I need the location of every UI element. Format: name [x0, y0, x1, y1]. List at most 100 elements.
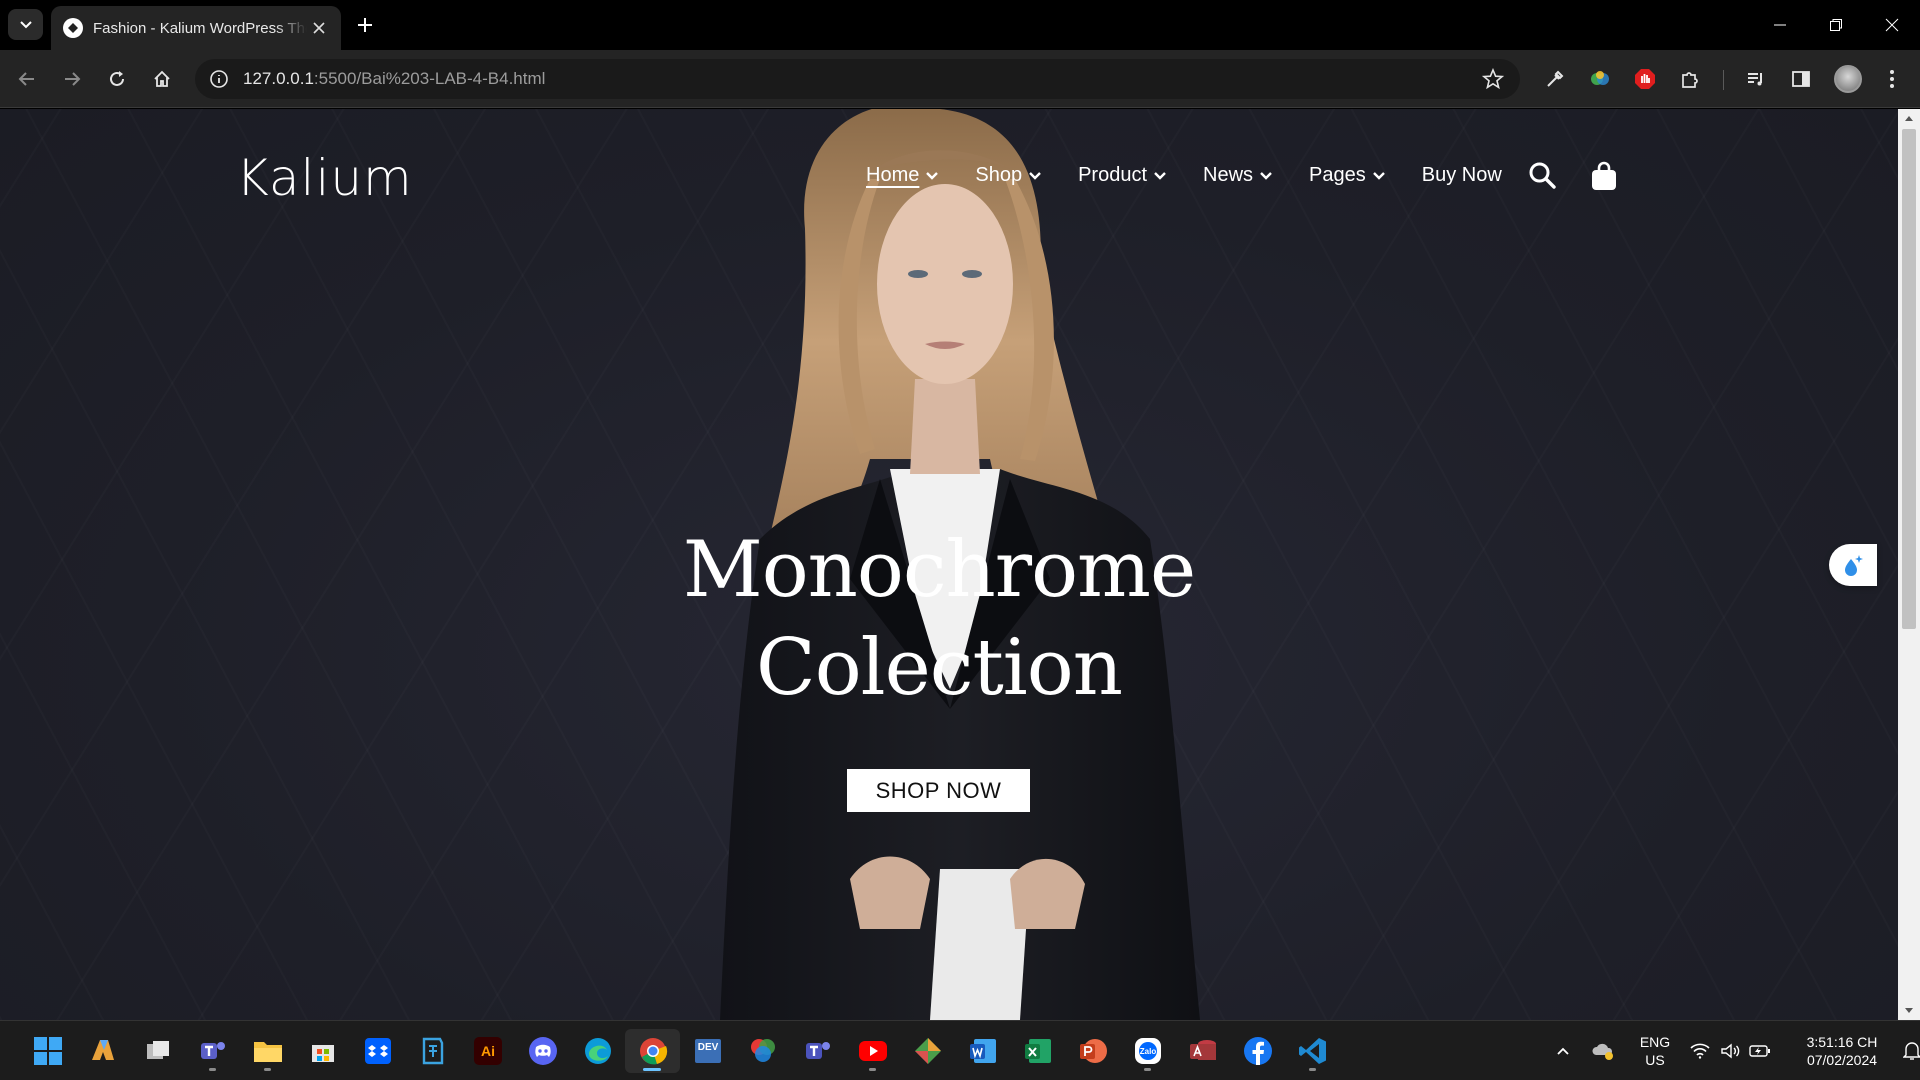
color-extension-button[interactable]	[1584, 63, 1616, 95]
app-icon[interactable]	[405, 1029, 460, 1073]
zalo-icon[interactable]: Zalo	[1120, 1029, 1175, 1073]
main-navigation: Home Shop Product News Pages Buy Now	[866, 164, 1538, 187]
forward-button[interactable]	[56, 63, 88, 95]
reload-button[interactable]	[101, 63, 133, 95]
nav-item-label: News	[1203, 164, 1254, 186]
color-app-icon[interactable]	[735, 1029, 790, 1073]
restore-button[interactable]	[1808, 0, 1864, 50]
browser-menu-button[interactable]	[1876, 63, 1908, 95]
illustrator-icon[interactable]: Ai	[460, 1029, 515, 1073]
eyedropper-extension-button[interactable]	[1539, 63, 1571, 95]
adblock-extension-button[interactable]	[1629, 63, 1661, 95]
new-tab-button[interactable]	[352, 12, 378, 38]
profile-avatar[interactable]	[1834, 65, 1862, 93]
nav-item-pages[interactable]: Pages	[1309, 164, 1386, 187]
hero-title-line-1: Monochrome	[682, 525, 1196, 615]
address-bar[interactable]: 127.0.0.1:5500/Bai%203-LAB-4-B4.html	[195, 59, 1520, 99]
battery-icon[interactable]	[1745, 1044, 1775, 1058]
reload-icon	[110, 71, 124, 86]
restore-icon	[1830, 19, 1842, 31]
browser-tab-strip: Fashion - Kalium WordPress Theme	[0, 0, 1920, 50]
side-panel-icon	[1792, 71, 1810, 87]
back-button[interactable]	[11, 63, 43, 95]
tab-search-button[interactable]	[8, 9, 43, 40]
shop-now-button[interactable]: SHOP NOW	[847, 769, 1030, 812]
site-logo[interactable]: Kalium	[236, 149, 413, 207]
nav-item-product[interactable]: Product	[1078, 164, 1167, 187]
scroll-up-arrow-icon[interactable]	[1898, 109, 1920, 127]
chevron-down-icon	[1029, 171, 1041, 180]
side-panel-button[interactable]	[1785, 63, 1817, 95]
nav-item-buy-now[interactable]: Buy Now	[1422, 164, 1502, 187]
powerpoint-icon[interactable]	[1065, 1029, 1120, 1073]
access-icon[interactable]	[1175, 1029, 1230, 1073]
chevron-down-icon	[1260, 171, 1272, 180]
scroll-thumb[interactable]	[1902, 129, 1916, 629]
color-wheel-icon	[1591, 71, 1609, 85]
excel-icon[interactable]	[1010, 1029, 1065, 1073]
bookmark-star-icon[interactable]	[1482, 68, 1504, 90]
dev-label: DEV	[697, 1042, 718, 1053]
discord-icon[interactable]	[515, 1029, 570, 1073]
media-control-button[interactable]	[1740, 63, 1772, 95]
scroll-down-arrow-icon[interactable]	[1898, 1002, 1920, 1020]
browser-tab[interactable]: Fashion - Kalium WordPress Theme	[51, 6, 341, 50]
hero-title-line-2: Colection	[756, 623, 1123, 713]
windows-start-icon[interactable]	[20, 1029, 75, 1073]
clock[interactable]: 3:51:16 CH 07/02/2024	[1787, 1033, 1897, 1069]
word-icon[interactable]	[955, 1029, 1010, 1073]
arrow-right-icon	[65, 72, 81, 86]
chevron-down-icon	[926, 171, 939, 180]
site-header: Kalium Home Shop Product News Pages Buy …	[0, 109, 1898, 219]
extensions-button[interactable]	[1674, 63, 1706, 95]
notifications-icon[interactable]	[1897, 1041, 1920, 1061]
volume-icon[interactable]	[1715, 1043, 1745, 1059]
arrow-left-icon	[18, 72, 34, 86]
search-icon	[1529, 162, 1556, 189]
wifi-icon[interactable]	[1685, 1043, 1715, 1059]
search-button[interactable]	[1528, 161, 1556, 194]
nav-item-label: Home	[866, 164, 920, 186]
devtools-icon[interactable]: DEV	[680, 1029, 735, 1073]
nav-item-label: Product	[1078, 164, 1148, 186]
task-view-icon[interactable]	[130, 1029, 185, 1073]
onedrive-tray-icon[interactable]	[1581, 1041, 1625, 1061]
close-tab-icon[interactable]	[309, 18, 329, 38]
file-explorer-icon[interactable]	[240, 1029, 295, 1073]
vscode-icon[interactable]	[1285, 1029, 1340, 1073]
chevron-down-icon	[19, 20, 32, 28]
page-viewport: Kalium Home Shop Product News Pages Buy …	[0, 109, 1898, 1020]
git-icon[interactable]	[900, 1029, 955, 1073]
clock-time: 3:51:16 CH	[1806, 1034, 1878, 1050]
cart-button[interactable]	[1591, 161, 1617, 196]
url-host: 127.0.0.1	[243, 69, 314, 88]
nav-item-news[interactable]: News	[1203, 164, 1273, 187]
dropbox-icon[interactable]	[350, 1029, 405, 1073]
language-indicator[interactable]: ENG US	[1625, 1033, 1685, 1069]
nav-item-home[interactable]: Home	[866, 164, 939, 187]
shopping-bag-icon	[1592, 161, 1616, 190]
floating-widget-button[interactable]	[1829, 544, 1877, 586]
site-info-icon[interactable]	[209, 69, 229, 89]
browser-toolbar: 127.0.0.1:5500/Bai%203-LAB-4-B4.html	[0, 50, 1920, 108]
nav-item-shop[interactable]: Shop	[975, 164, 1042, 187]
edge-icon[interactable]	[570, 1029, 625, 1073]
close-window-button[interactable]	[1864, 0, 1920, 50]
illustrator-label: Ai	[481, 1043, 495, 1059]
youtube-icon[interactable]	[845, 1029, 900, 1073]
page-scrollbar[interactable]	[1898, 109, 1920, 1020]
hero-title: Monochrome Colection	[0, 521, 1878, 717]
copilot-icon[interactable]	[75, 1029, 130, 1073]
microsoft-store-icon[interactable]	[295, 1029, 350, 1073]
chrome-icon[interactable]	[625, 1029, 680, 1073]
playlist-icon	[1748, 73, 1762, 86]
home-button[interactable]	[146, 63, 178, 95]
language-line-2: US	[1645, 1052, 1665, 1068]
facebook-icon[interactable]	[1230, 1029, 1285, 1073]
show-hidden-icons-button[interactable]	[1545, 1046, 1581, 1056]
teams-icon[interactable]	[790, 1029, 845, 1073]
minimize-button[interactable]	[1752, 0, 1808, 50]
teams-icon[interactable]	[185, 1029, 240, 1073]
zalo-label: Zalo	[1139, 1047, 1156, 1056]
home-icon	[154, 70, 170, 87]
